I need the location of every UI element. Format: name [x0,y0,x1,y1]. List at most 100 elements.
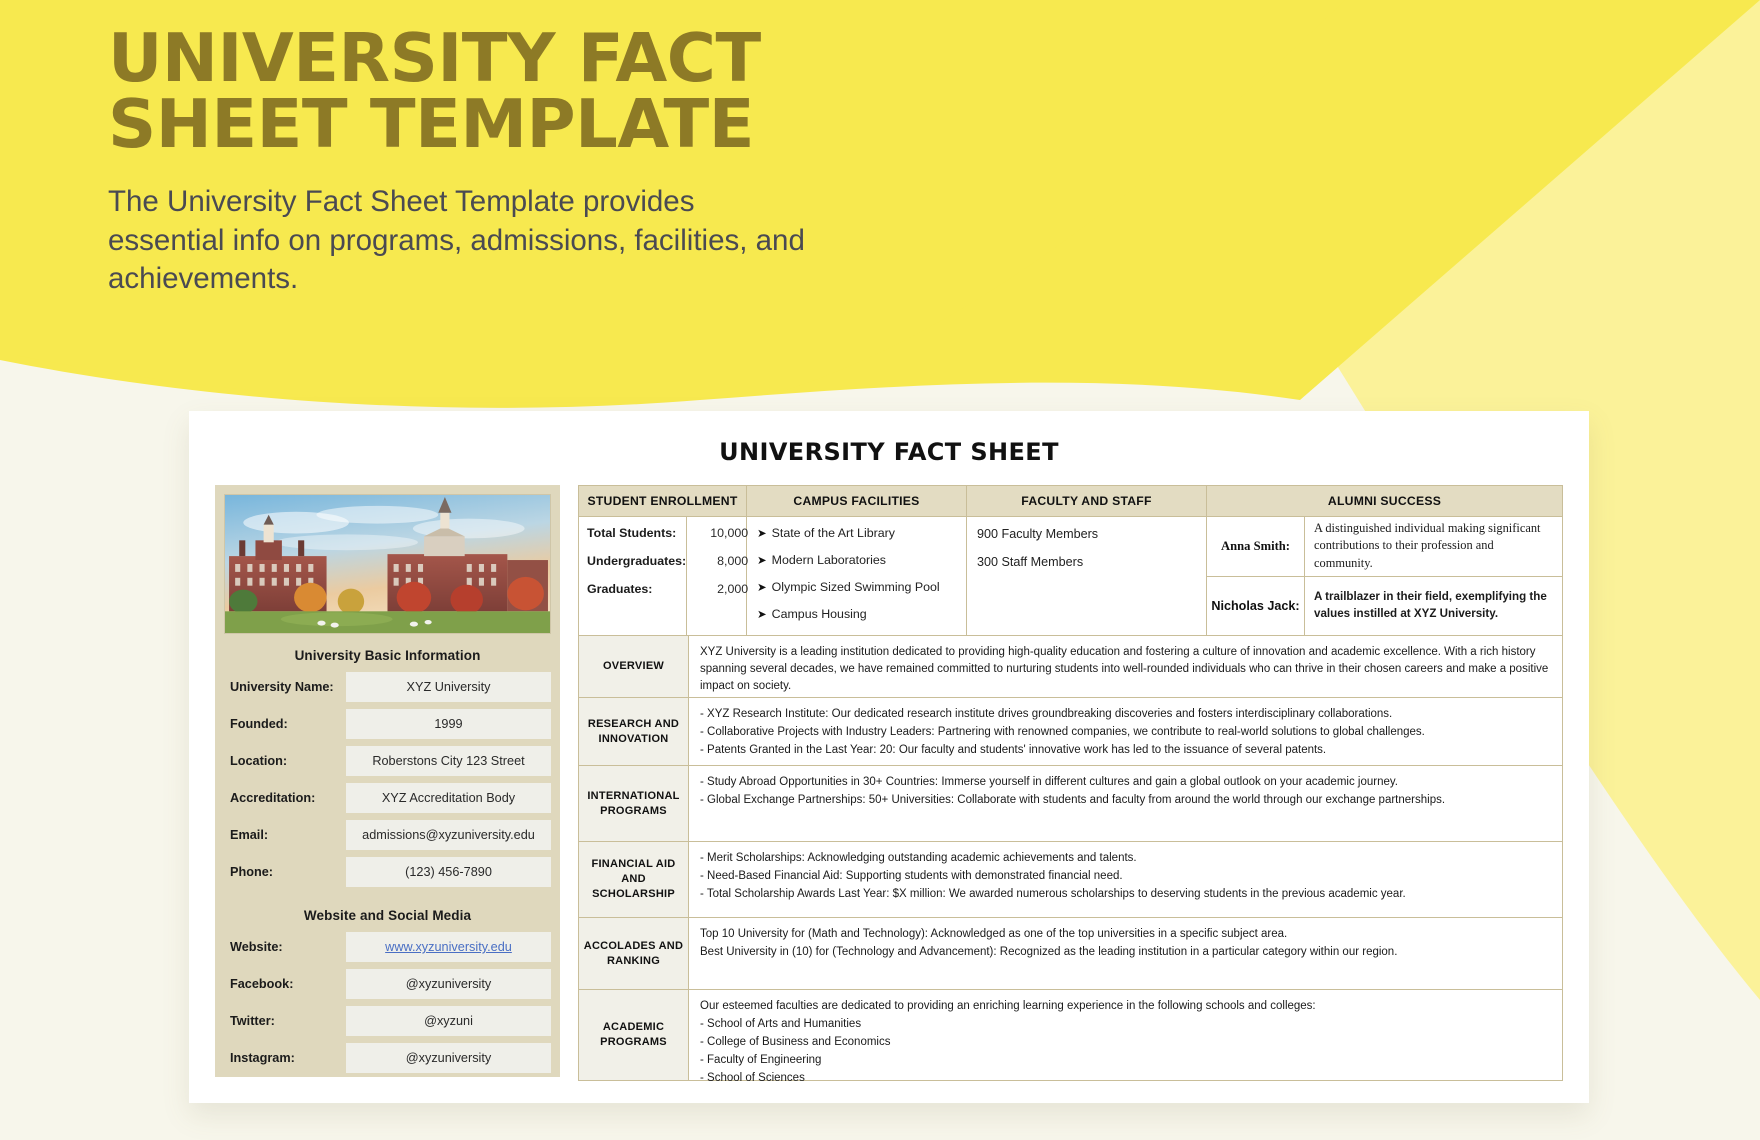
field-label: Founded: [230,717,288,731]
document-title: UNIVERSITY FACT SHEET [719,438,1059,466]
section-line: - Study Abroad Opportunities in 30+ Coun… [700,776,1398,788]
field-value[interactable]: (123) 456-7890 [346,857,551,887]
alumni-name: Anna Smith: [1207,517,1305,576]
section-label: FINANCIAL AID AND SCHOLARSHIP [579,842,689,917]
field-value[interactable]: @xyzuniversity [346,1043,551,1073]
field-label: University Name: [230,680,334,694]
field-founded: Founded: 1999 [224,709,551,739]
section-line: - School of Arts and Humanities [700,1018,862,1031]
field-value[interactable]: XYZ University [346,672,551,702]
section-line: - XYZ Research Institute: Our dedicated … [700,708,1393,720]
basic-info-heading: University Basic Information [294,648,481,663]
section-line: XYZ University is a leading institution … [700,646,1549,693]
enrollment-labels: Total Students: Undergraduates: Graduate… [579,517,686,635]
section-research-and-innovation: RESEARCH AND INNOVATION - XYZ Research I… [579,698,1562,766]
section-label: OVERVIEW [579,636,689,697]
field-value[interactable]: @xyzuniversity [346,969,551,999]
website-link[interactable]: www.xyzuniversity.edu [346,932,551,962]
field-value[interactable]: 1999 [346,709,551,739]
arrow-bullet-icon: ➤ [757,609,767,621]
alumni-row: Anna Smith: A distinguished individual m… [1207,517,1562,577]
column-header: CAMPUS FACILITIES [747,486,966,517]
section-line: Our esteemed faculties are dedicated to … [700,1000,1316,1012]
column-header: STUDENT ENROLLMENT [579,486,746,517]
summary-table: STUDENT ENROLLMENT Total Students: Under… [578,485,1563,635]
field-label: Accreditation: [230,791,316,805]
section-label: RESEARCH AND INNOVATION [579,698,689,765]
hero-title: UNIVERSITY FACT SHEET TEMPLATE [108,25,868,163]
section-content: - Merit Scholarships: Acknowledging outs… [689,842,1562,917]
faculty-body: 900 Faculty Members 300 Staff Members [967,517,1206,635]
hero-subtitle: The University Fact Sheet Template provi… [108,185,805,295]
field-label: Phone: [230,865,273,879]
section-line: Top 10 University for (Math and Technolo… [700,928,1288,940]
column-header: FACULTY AND STAFF [967,486,1206,517]
enrollment-body: Total Students: Undergraduates: Graduate… [579,517,749,635]
section-content: XYZ University is a leading institution … [689,636,1562,697]
section-overview: OVERVIEW XYZ University is a leading ins… [579,636,1562,698]
alumni-body: Anna Smith: A distinguished individual m… [1207,517,1562,635]
facility-item: ➤ Olympic Sized Swimming Pool [757,580,958,594]
section-line: - Collaborative Projects with Industry L… [700,726,1425,739]
section-label: ACCOLADES AND RANKING [579,918,689,989]
column-header: ALUMNI SUCCESS [1207,486,1562,517]
faculty-item: 900 Faculty Members [977,527,1099,541]
arrow-bullet-icon: ➤ [757,582,767,594]
field-value[interactable]: admissions@xyzuniversity.edu [346,820,551,850]
section-label: ACADEMIC PROGRAMS [579,990,689,1080]
column-alumni-success: ALUMNI SUCCESS Anna Smith: A distinguish… [1207,486,1562,635]
facility-label: State of the Art Library [771,526,895,540]
document-body: University Basic Information University … [215,485,1563,1084]
column-student-enrollment: STUDENT ENROLLMENT Total Students: Under… [579,486,749,635]
detail-sections: OVERVIEW XYZ University is a leading ins… [578,635,1563,1084]
page-root: UNIVERSITY FACT SHEET TEMPLATE The Unive… [0,0,1760,1140]
field-value[interactable]: @xyzuni [346,1006,551,1036]
enrollment-label: Total Students: [587,526,677,540]
field-value[interactable]: XYZ Accreditation Body [346,783,551,813]
field-accreditation: Accreditation: XYZ Accreditation Body [224,783,551,813]
alumni-row: Nicholas Jack: A trailblazer in their fi… [1207,576,1562,635]
section-line: - Global Exchange Partnerships: 50+ Univ… [700,794,1446,807]
facility-item: ➤ Campus Housing [757,607,958,621]
section-content: - Study Abroad Opportunities in 30+ Coun… [689,766,1562,841]
social-heading: Website and Social Media [303,908,472,923]
facilities-body: ➤ State of the Art Library ➤ Modern Labora… [747,517,966,635]
section-line: - Total Scholarship Awards Last Year: $X… [700,888,1406,901]
facility-label: Modern Laboratories [771,553,886,567]
field-location: Location: Roberstons City 123 Street [224,746,551,776]
hero-block: UNIVERSITY FACT SHEET TEMPLATE The Unive… [108,25,868,298]
section-line: - Merit Scholarships: Acknowledging outs… [700,852,1137,864]
arrow-bullet-icon: ➤ [757,555,767,567]
fact-sheet-card: UNIVERSITY FACT SHEET University Basic I… [189,411,1589,1103]
enrollment-value: 2,000 [717,582,749,596]
field-label: Facebook: [230,977,294,991]
section-academic-programs: ACADEMIC PROGRAMS Our esteemed faculties… [579,990,1562,1084]
field-phone: Phone: (123) 456-7890 [224,857,551,887]
basic-info-panel: University Basic Information University … [215,485,560,1077]
alumni-description: A trailblazer in their field, exemplifyi… [1314,590,1547,620]
facility-item: ➤ Modern Laboratories [757,553,958,567]
left-column: University Basic Information University … [215,485,560,1077]
enrollment-label: Undergraduates: [587,554,687,568]
section-content: Top 10 University for (Math and Technolo… [689,918,1562,989]
enrollment-label: Graduates: [587,582,653,596]
enrollment-value: 8,000 [717,554,749,568]
section-line: - College of Business and Economics [700,1036,891,1049]
section-line: - Need-Based Financial Aid: Supporting s… [700,870,1123,883]
section-line: - School of Sciences [700,1072,805,1085]
campus-photo [224,494,551,634]
field-label: Email: [230,828,269,842]
field-value[interactable]: Roberstons City 123 Street [346,746,551,776]
section-international-programs: INTERNATIONAL PROGRAMS - Study Abroad Op… [579,766,1562,842]
hero-title-line2: SHEET TEMPLATE [108,84,754,163]
section-financial-aid-and-scholarship: FINANCIAL AID AND SCHOLARSHIP - Merit Sc… [579,842,1562,918]
field-website: Website: www.xyzuniversity.edu [224,932,551,962]
field-label: Instagram: [230,1051,295,1065]
enrollment-value: 10,000 [710,526,749,540]
facility-label: Campus Housing [771,607,867,621]
section-accolades-and-ranking: ACCOLADES AND RANKING Top 10 University … [579,918,1562,990]
faculty-item: 300 Staff Members [977,555,1084,569]
field-university-name: University Name: XYZ University [224,672,551,702]
field-instagram: Instagram: @xyzuniversity [224,1043,551,1073]
field-label: Twitter: [230,1014,275,1028]
